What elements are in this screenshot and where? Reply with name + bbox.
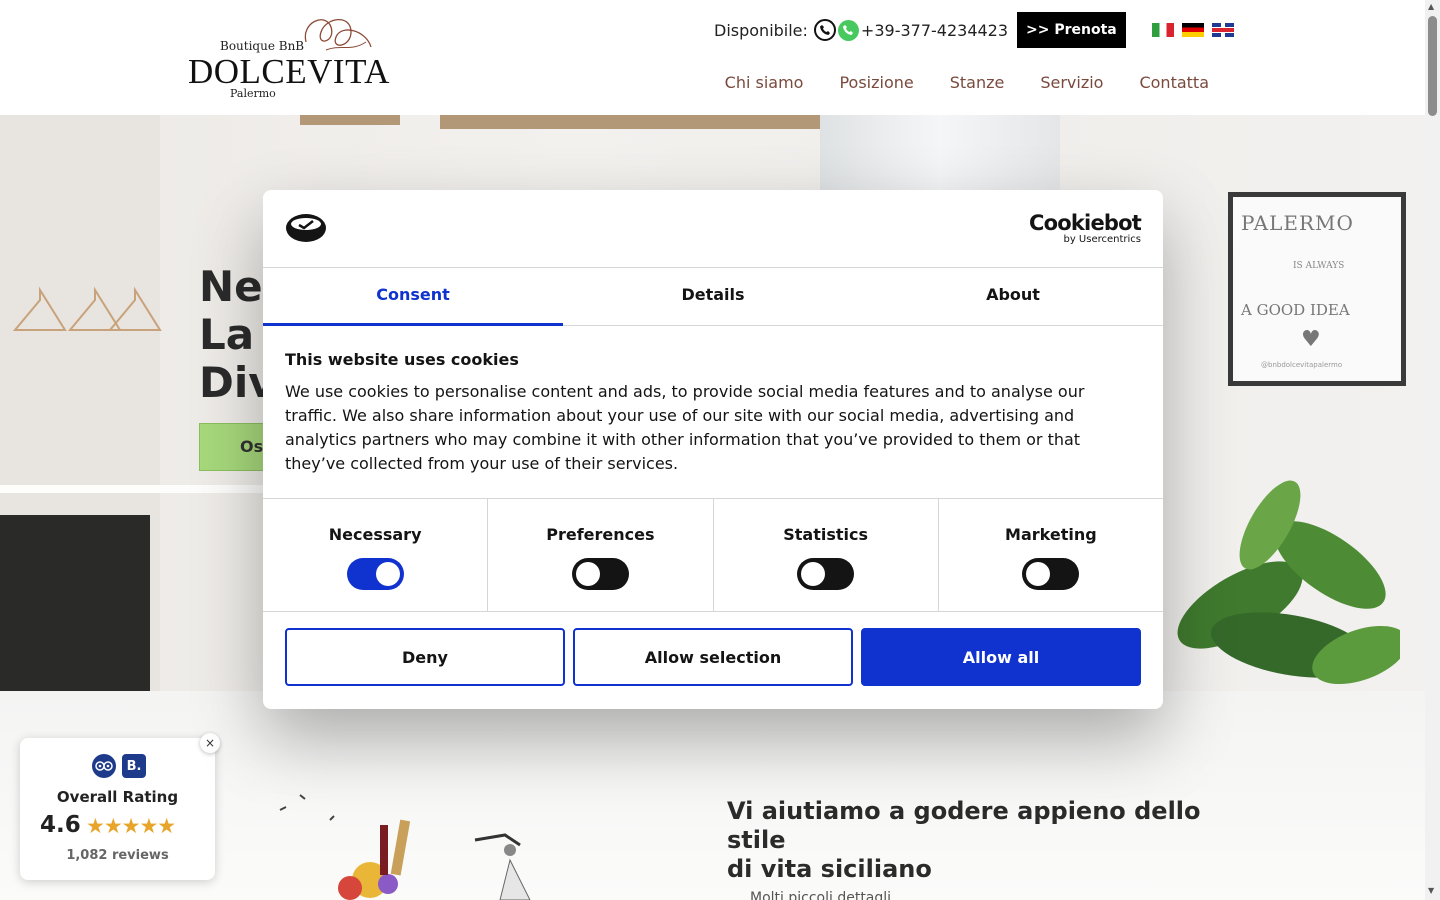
poster-title: PALERMO — [1241, 211, 1354, 235]
plant-icon — [1177, 480, 1400, 685]
cookie-logo-icon — [286, 214, 326, 242]
category-label: Marketing — [1005, 525, 1097, 544]
german-flag-icon[interactable] — [1181, 23, 1204, 37]
site-logo[interactable]: Boutique BnB DOLCEVITA Palermo — [188, 12, 390, 102]
poster-handle: @bnbdolcevitapalermo — [1261, 361, 1343, 369]
preferences-toggle[interactable] — [571, 558, 629, 590]
cookie-dialog-text: We use cookies to personalise content an… — [285, 382, 1085, 473]
category-label: Statistics — [783, 525, 868, 544]
category-label: Preferences — [546, 525, 655, 544]
hero-poster: PALERMO IS ALWAYS A GOOD IDEA ♥ @bnbdolc… — [1228, 192, 1406, 386]
page-scrollbar[interactable]: ▲ ▼ — [1425, 0, 1440, 900]
booking-icon: B. — [122, 754, 146, 778]
scroll-up-icon[interactable]: ▲ — [1428, 2, 1434, 11]
logo-subtitle: Boutique BnB — [220, 39, 305, 53]
italian-flag-icon[interactable] — [1151, 23, 1174, 37]
cookie-tabs: Consent Details About — [263, 268, 1163, 326]
category-statistics: Statistics — [714, 499, 939, 611]
tab-consent[interactable]: Consent — [263, 268, 563, 326]
nav-item-chi-siamo[interactable]: Chi siamo — [725, 73, 804, 92]
heart-icon: ♥ — [1301, 327, 1321, 352]
nav-item-posizione[interactable]: Posizione — [839, 73, 913, 92]
nav-item-servizio[interactable]: Servizio — [1040, 73, 1103, 92]
english-flag-icon[interactable] — [1211, 23, 1234, 37]
hero-ceiling-beam — [440, 115, 820, 129]
statistics-toggle[interactable] — [797, 558, 855, 590]
toggle-knob — [1026, 562, 1051, 586]
site-header: Boutique BnB DOLCEVITA Palermo Disponibi… — [0, 0, 1425, 115]
phone-icon — [813, 19, 836, 41]
book-button[interactable]: >> Prenota — [1017, 12, 1126, 48]
hero-minifridge — [0, 515, 150, 691]
main-nav: Chi siamo Posizione Stanze Servizio Cont… — [725, 73, 1209, 92]
rating-score: 4.6 — [40, 812, 81, 838]
vespa-illustration-icon — [279, 794, 531, 900]
rating-widget[interactable]: B. Overall Rating 4.6 ★★★★★ 1,082 review… — [20, 738, 215, 880]
logo-city: Palermo — [230, 87, 276, 100]
nav-item-stanze[interactable]: Stanze — [950, 73, 1005, 92]
cookie-dialog-header: Cookiebot by Usercentrics — [263, 190, 1163, 268]
rating-review-count: 1,082 reviews — [66, 848, 169, 863]
close-icon[interactable]: × — [200, 733, 220, 753]
hero-ceiling-beam — [300, 115, 400, 125]
whatsapp-icon — [837, 19, 859, 41]
allow-selection-button[interactable]: Allow selection — [573, 628, 853, 686]
scroll-down-icon[interactable]: ▼ — [1428, 886, 1434, 895]
hero-shelf — [0, 485, 270, 493]
cookiebot-brand[interactable]: Cookiebot by Usercentrics — [1029, 211, 1142, 245]
poster-tagline: A GOOD IDEA — [1241, 301, 1350, 319]
toggle-knob — [375, 562, 400, 586]
toggle-knob — [801, 562, 826, 586]
category-necessary: Necessary — [263, 499, 489, 611]
necessary-toggle[interactable] — [346, 558, 404, 590]
allow-all-button[interactable]: Allow all — [861, 628, 1141, 686]
category-preferences: Preferences — [488, 499, 714, 611]
scrollbar-thumb[interactable] — [1428, 16, 1437, 116]
poster-subtitle: IS ALWAYS — [1293, 261, 1345, 271]
intro-heading: Vi aiutiamo a godere appieno dello stile… — [727, 797, 1227, 884]
logo-name: DOLCEVITA — [188, 52, 390, 91]
cookiebot-brand-by: by Usercentrics — [1063, 234, 1141, 245]
cookiebot-brand-name: Cookiebot — [1029, 211, 1142, 235]
hanger-icon — [12, 286, 162, 331]
nav-item-contatta[interactable]: Contatta — [1139, 73, 1209, 92]
intro-subtext: Molti piccoli dettagli... — [750, 890, 905, 900]
cookie-buttons: Deny Allow selection Allow all — [285, 628, 1141, 686]
rating-title: Overall Rating — [56, 788, 179, 806]
intro-heading-line2: di vita siciliano — [727, 855, 932, 883]
rating-sources: B. — [92, 754, 146, 778]
tripadvisor-icon — [92, 754, 116, 778]
rating-stars-icon: ★★★★★ — [86, 814, 176, 838]
contact-bar: Disponibile: +39-377-4234423 >> Prenota — [714, 12, 1234, 48]
tab-details[interactable]: Details — [563, 268, 863, 325]
cookie-consent-dialog: Cookiebot by Usercentrics Consent Detail… — [263, 190, 1163, 709]
tab-about[interactable]: About — [863, 268, 1163, 325]
category-label: Necessary — [328, 525, 422, 544]
cookie-categories: Necessary Preferences Statistics Marketi… — [263, 498, 1163, 612]
phone-number[interactable]: +39-377-4234423 — [861, 21, 1008, 40]
logo-swirl-icon — [304, 18, 372, 51]
toggle-knob — [575, 562, 600, 586]
deny-button[interactable]: Deny — [285, 628, 565, 686]
intro-heading-line1: Vi aiutiamo a godere appieno dello stile — [727, 797, 1201, 854]
marketing-toggle[interactable] — [1022, 558, 1080, 590]
category-marketing: Marketing — [939, 499, 1163, 611]
cookie-dialog-title: This website uses cookies — [285, 350, 519, 369]
availability-label: Disponibile: — [714, 20, 808, 40]
